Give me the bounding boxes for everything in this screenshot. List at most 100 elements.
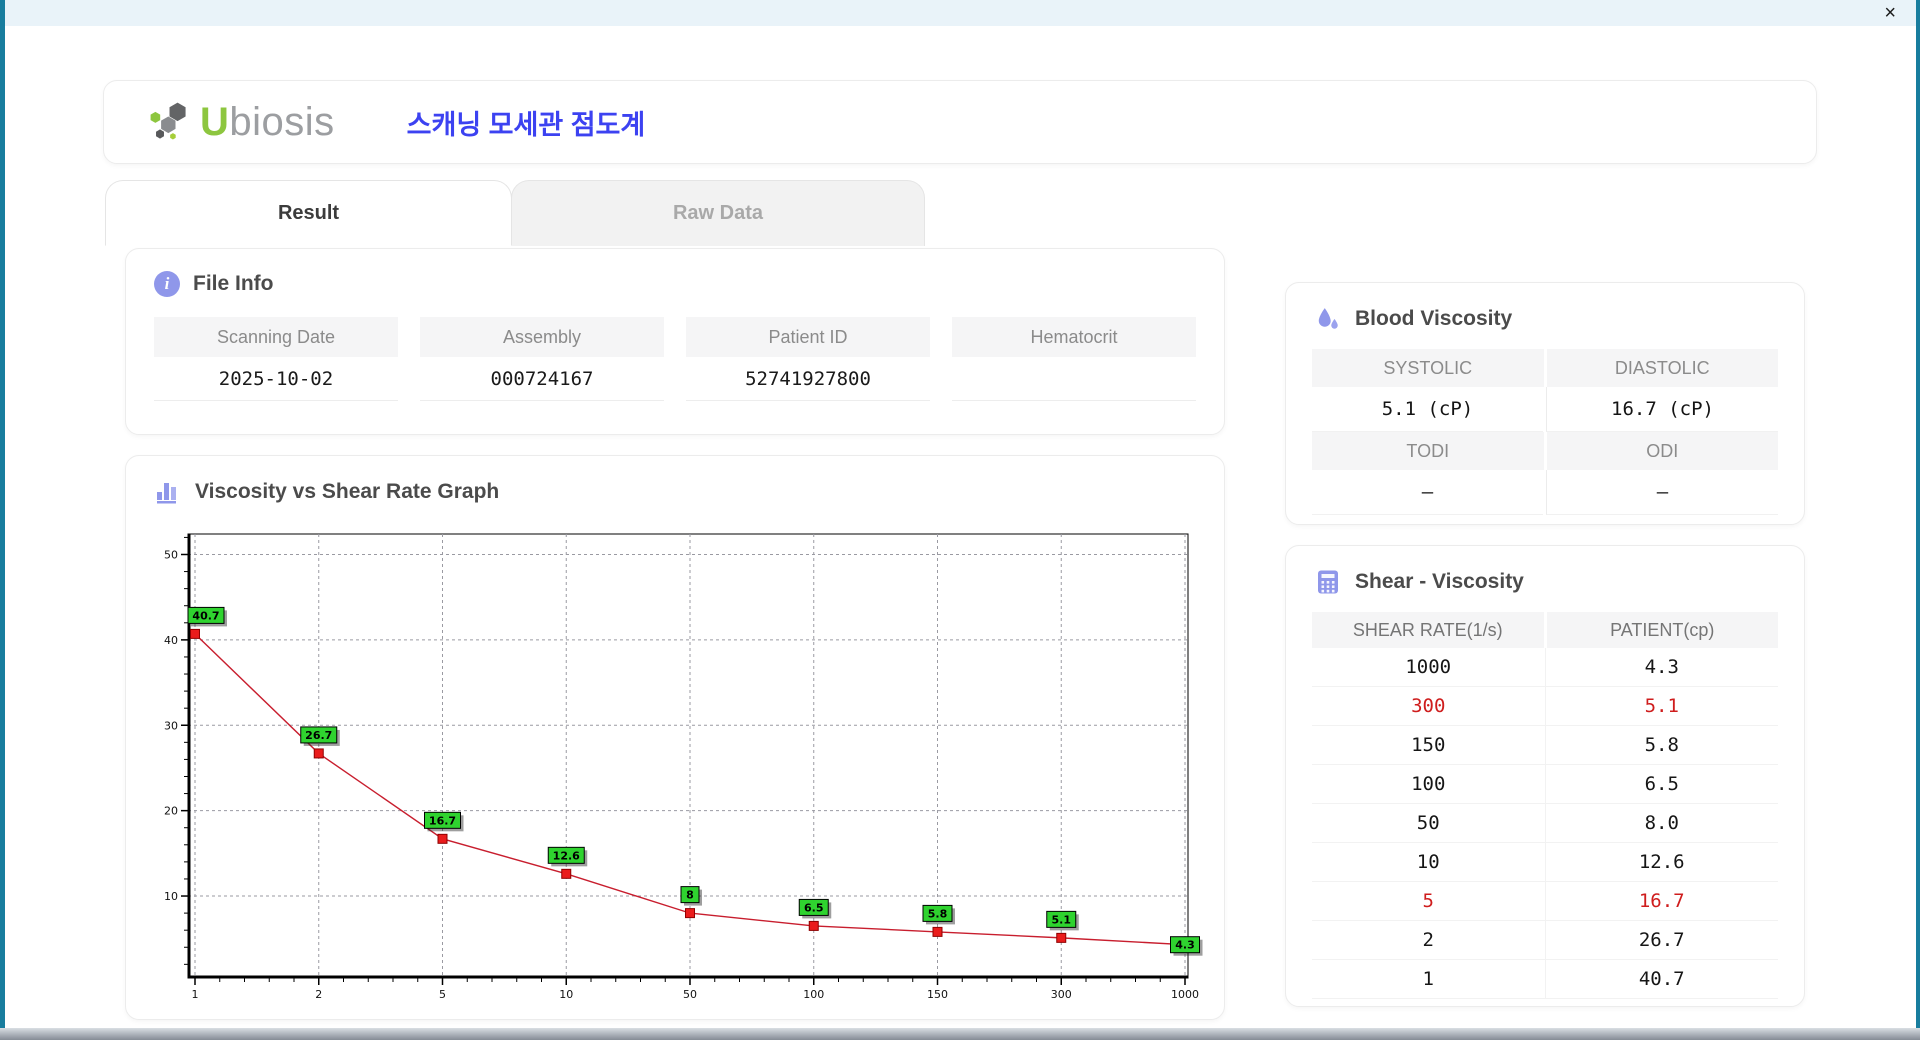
file-info-card: i File Info Scanning Date 2025-10-02 Assem… [125, 248, 1225, 435]
app-window: × Ubiosis 스캐닝 모세관 점도계 Result Raw Data i … [0, 0, 1920, 1040]
app-title: 스캐닝 모세관 점도계 [406, 109, 646, 140]
file-info-field-label: Patient ID [686, 317, 930, 357]
file-info-field: Patient ID 52741927800 [686, 317, 930, 401]
file-info-field: Assembly 000724167 [420, 317, 664, 401]
svg-text:4.3: 4.3 [1175, 939, 1195, 952]
tab-result[interactable]: Result [105, 180, 512, 246]
blood-viscosity-value: – [1546, 470, 1778, 515]
shear-viscosity-row: 5 16.7 [1312, 882, 1778, 921]
shear-rate-cell: 300 [1411, 695, 1446, 717]
blood-viscosity-value-row: – – [1312, 470, 1778, 515]
svg-text:50: 50 [164, 548, 178, 561]
svg-text:6.5: 6.5 [804, 901, 824, 914]
shear-viscosity-header-row: SHEAR RATE(1/s) PATIENT(cp) [1312, 612, 1778, 648]
svg-text:2: 2 [315, 988, 322, 1001]
shear-viscosity-row: 1 40.7 [1312, 960, 1778, 999]
svg-text:50: 50 [683, 988, 697, 1001]
blood-viscosity-label-row: TODI ODI [1312, 432, 1778, 470]
svg-text:300: 300 [1051, 988, 1072, 1001]
shear-rate-cell: 2 [1422, 929, 1434, 951]
blood-viscosity-title: Blood Viscosity [1355, 307, 1513, 330]
svg-text:100: 100 [803, 988, 824, 1001]
blood-viscosity-value: 5.1 (cP) [1312, 387, 1543, 432]
shear-viscosity-row: 10 12.6 [1312, 843, 1778, 882]
shear-rate-cell: 10 [1416, 851, 1440, 873]
svg-text:10: 10 [559, 988, 573, 1001]
window-close-button[interactable]: × [1884, 2, 1896, 24]
shear-viscosity-body: 1000 4.3 300 5.1 150 5.8 100 6.5 50 8.0 10 12.6 5 16.… [1312, 648, 1778, 999]
shear-rate-cell: 1000 [1405, 656, 1452, 678]
blood-viscosity-label: ODI [1546, 432, 1778, 470]
svg-text:1000: 1000 [1171, 988, 1199, 1001]
blood-viscosity-value: – [1312, 470, 1543, 515]
info-icon: i [154, 271, 180, 297]
ubiosis-hexagon-logo-icon [150, 102, 186, 140]
graph-card: Viscosity vs Shear Rate Graph 10 20 30 40 50… [125, 455, 1225, 1020]
svg-text:20: 20 [164, 805, 178, 818]
ubiosis-logo: Ubiosis [148, 99, 335, 145]
svg-text:5.8: 5.8 [928, 907, 948, 920]
shear-rate-cell: 5 [1422, 890, 1434, 912]
shear-viscosity-title: Shear - Viscosity [1355, 570, 1524, 593]
calculator-icon [1314, 568, 1342, 596]
patient-viscosity-cell: 5.1 [1544, 687, 1779, 725]
blood-viscosity-label: TODI [1312, 432, 1544, 470]
bar-chart-icon [154, 478, 182, 506]
graph-title: Viscosity vs Shear Rate Graph [195, 480, 500, 503]
svg-text:10: 10 [164, 890, 178, 903]
blood-viscosity-value-row: 5.1 (cP) 16.7 (cP) [1312, 387, 1778, 432]
svg-text:8: 8 [686, 889, 694, 902]
window-edge-left [0, 0, 5, 1040]
file-info-field-label: Scanning Date [154, 317, 398, 357]
ubiosis-logo-text: Ubiosis [200, 99, 335, 144]
blood-viscosity-table: SYSTOLIC DIASTOLIC 5.1 (cP) 16.7 (cP) TODI OD… [1312, 349, 1778, 515]
shear-rate-cell: 50 [1416, 812, 1440, 834]
shear-viscosity-row: 300 5.1 [1312, 687, 1778, 726]
patient-column-header: PATIENT(cp) [1546, 612, 1778, 648]
svg-text:5.1: 5.1 [1052, 913, 1072, 926]
window-bottom-bar [0, 1028, 1920, 1040]
file-info-field-label: Assembly [420, 317, 664, 357]
svg-text:5: 5 [439, 988, 446, 1001]
blood-viscosity-label: DIASTOLIC [1546, 349, 1778, 387]
blood-drop-icon [1314, 305, 1342, 333]
patient-viscosity-cell: 4.3 [1544, 648, 1779, 686]
shear-viscosity-table: SHEAR RATE(1/s) PATIENT(cp) 1000 4.3 300 5.… [1312, 612, 1778, 999]
app-header: Ubiosis 스캐닝 모세관 점도계 [103, 80, 1817, 164]
file-info-field-value: 2025-10-02 [154, 357, 398, 401]
svg-text:30: 30 [164, 719, 178, 732]
patient-viscosity-cell: 16.7 [1544, 882, 1779, 920]
svg-text:16.7: 16.7 [429, 814, 456, 827]
file-info-field: Scanning Date 2025-10-02 [154, 317, 398, 401]
blood-viscosity-value: 16.7 (cP) [1546, 387, 1778, 432]
shear-viscosity-card: Shear - Viscosity SHEAR RATE(1/s) PATIEN… [1285, 545, 1805, 1007]
file-info-title: File Info [193, 272, 274, 295]
file-info-field-value: 52741927800 [686, 357, 930, 401]
shear-rate-column-header: SHEAR RATE(1/s) [1312, 612, 1544, 648]
window-titlebar: × [0, 0, 1920, 26]
blood-viscosity-card: Blood Viscosity SYSTOLIC DIASTOLIC 5.1 (cP… [1285, 282, 1805, 525]
shear-viscosity-row: 1000 4.3 [1312, 648, 1778, 687]
shear-rate-cell: 1 [1422, 968, 1434, 990]
svg-text:40: 40 [164, 634, 178, 647]
viscosity-chart: 10 20 30 40 50 1 2 5 10 50 100 150 300 1000 40.7 26.7 16… [152, 526, 1216, 1009]
blood-viscosity-label-row: SYSTOLIC DIASTOLIC [1312, 349, 1778, 387]
svg-text:12.6: 12.6 [553, 849, 580, 862]
patient-viscosity-cell: 6.5 [1544, 765, 1779, 803]
patient-viscosity-cell: 12.6 [1544, 843, 1779, 881]
file-info-grid: Scanning Date 2025-10-02 Assembly 000724167… [154, 317, 1196, 401]
shear-rate-cell: 150 [1411, 734, 1446, 756]
svg-text:1: 1 [192, 988, 199, 1001]
patient-viscosity-cell: 26.7 [1544, 921, 1779, 959]
svg-text:150: 150 [927, 988, 948, 1001]
file-info-field-label: Hematocrit [952, 317, 1196, 357]
shear-viscosity-row: 50 8.0 [1312, 804, 1778, 843]
patient-viscosity-cell: 40.7 [1544, 960, 1779, 998]
file-info-field-value: 000724167 [420, 357, 664, 401]
file-info-field-value [952, 357, 1196, 401]
patient-viscosity-cell: 8.0 [1544, 804, 1779, 842]
viscosity-shear-rate-plot: 10 20 30 40 50 1 2 5 10 50 100 150 300 1000 40.7 26.7 16… [164, 533, 1203, 1001]
tab-raw-data[interactable]: Raw Data [511, 180, 925, 246]
shear-rate-cell: 100 [1411, 773, 1446, 795]
file-info-field: Hematocrit [952, 317, 1196, 401]
